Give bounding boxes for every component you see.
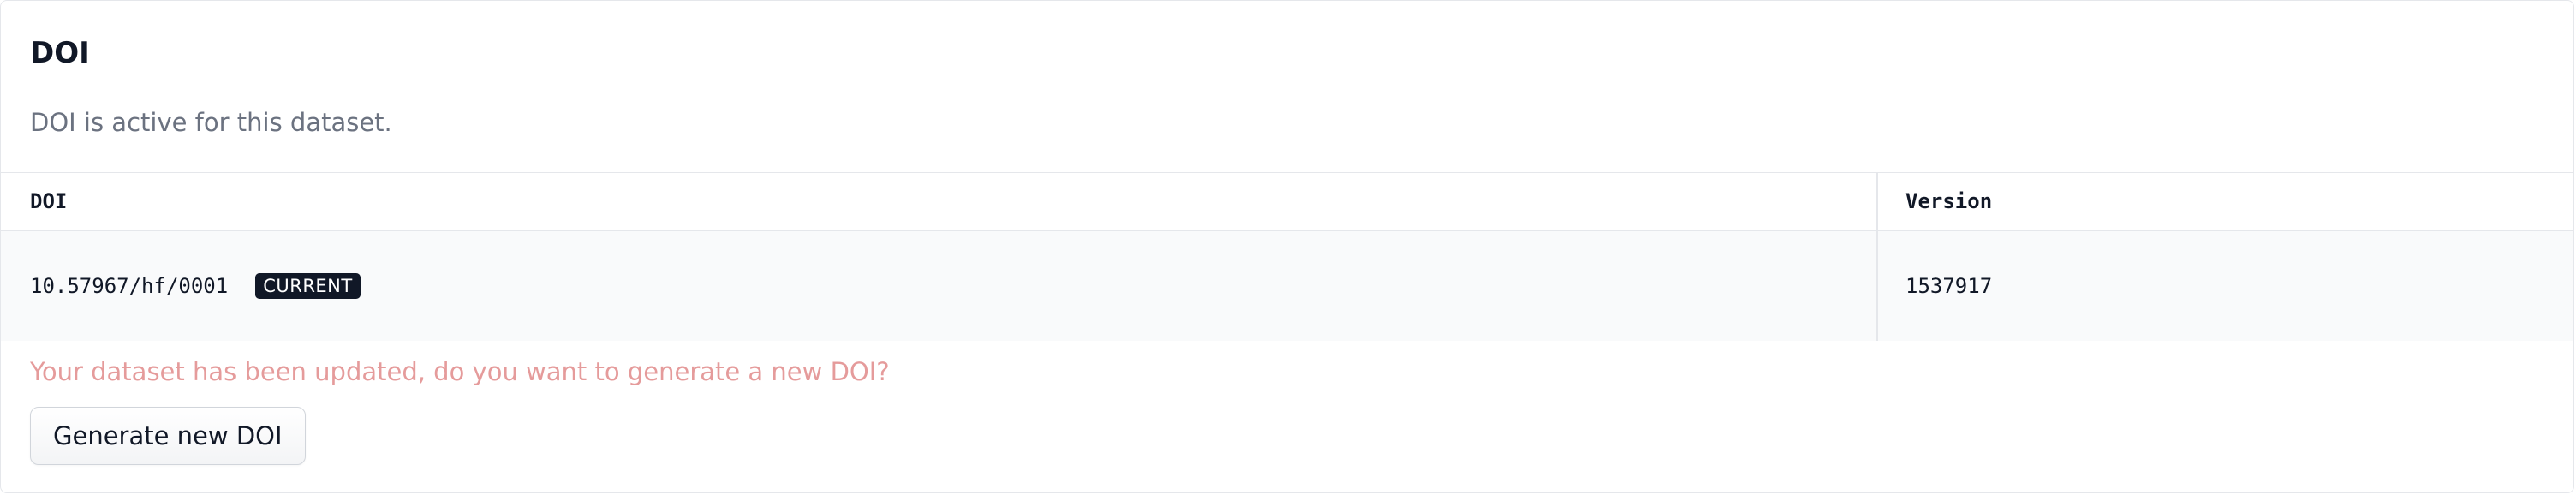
table-header-row: DOI Version — [1, 173, 2573, 231]
version-cell: 1537917 — [1905, 274, 1993, 298]
column-header-version: Version — [1905, 189, 1993, 213]
doi-value[interactable]: 10.57967/hf/0001 — [30, 231, 228, 341]
generate-new-doi-button[interactable]: Generate new DOI — [30, 407, 306, 465]
column-divider — [1876, 173, 1878, 341]
doi-table: DOI Version 10.57967/hf/0001 CURRENT 153… — [1, 172, 2573, 342]
current-badge: CURRENT — [255, 273, 361, 299]
update-notice: Your dataset has been updated, do you wa… — [30, 357, 890, 386]
table-row: 10.57967/hf/0001 CURRENT 1537917 — [1, 231, 2573, 341]
doi-cell: 10.57967/hf/0001 CURRENT — [30, 231, 361, 341]
section-subtitle: DOI is active for this dataset. — [30, 108, 392, 137]
section-title: DOI — [30, 36, 90, 70]
doi-card-header: DOI DOI is active for this dataset. — [30, 1, 2544, 172]
doi-card: DOI DOI is active for this dataset. DOI … — [0, 0, 2574, 493]
column-header-doi: DOI — [30, 189, 68, 213]
